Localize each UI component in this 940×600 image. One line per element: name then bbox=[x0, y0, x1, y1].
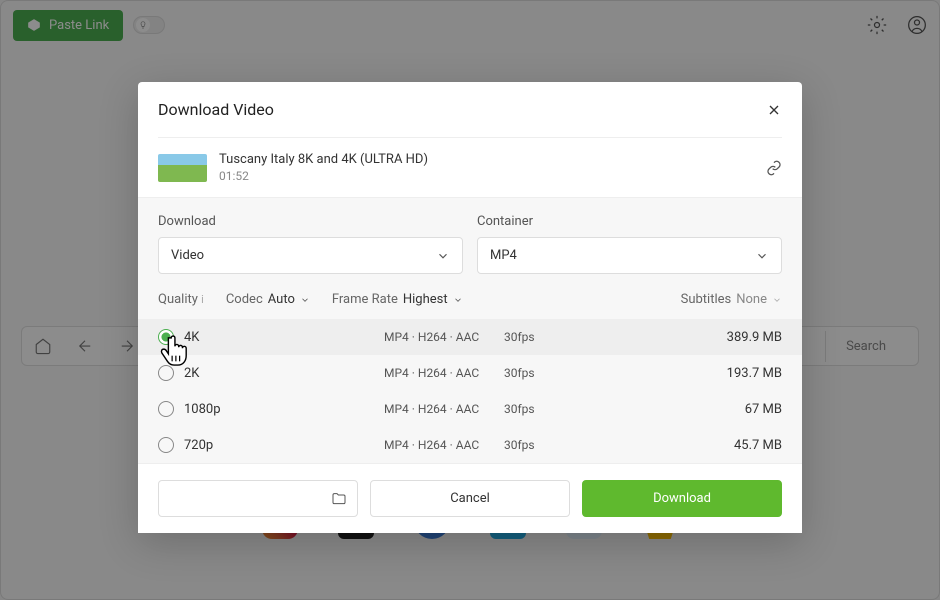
save-path-input[interactable] bbox=[158, 480, 358, 517]
quality-option-1080p[interactable]: 1080p MP4 · H264 · AAC 30fps 67 MB bbox=[138, 391, 802, 427]
radio-unchecked bbox=[158, 437, 174, 453]
subtitles-filter[interactable]: Subtitles None bbox=[681, 292, 782, 307]
download-button[interactable]: Download bbox=[582, 480, 782, 517]
framerate-filter[interactable]: Frame Rate Highest bbox=[332, 292, 463, 307]
download-modal: Download Video Tuscany Italy 8K and 4K (… bbox=[138, 82, 802, 533]
container-dropdown-group: Container MP4 bbox=[477, 214, 782, 274]
video-thumbnail bbox=[158, 154, 207, 182]
info-icon: i bbox=[201, 293, 204, 306]
video-title: Tuscany Italy 8K and 4K (ULTRA HD) bbox=[219, 152, 754, 167]
download-value: Video bbox=[171, 248, 204, 263]
cancel-button[interactable]: Cancel bbox=[370, 480, 570, 517]
video-info: Tuscany Italy 8K and 4K (ULTRA HD) 01:52 bbox=[138, 138, 802, 197]
container-dropdown[interactable]: MP4 bbox=[477, 237, 782, 274]
video-duration: 01:52 bbox=[219, 169, 754, 183]
chevron-down-icon bbox=[300, 295, 310, 305]
modal-title: Download Video bbox=[158, 100, 274, 119]
chevron-down-icon bbox=[453, 295, 463, 305]
download-dropdown[interactable]: Video bbox=[158, 237, 463, 274]
dropdown-row: Download Video Container MP4 bbox=[158, 214, 782, 274]
video-meta: Tuscany Italy 8K and 4K (ULTRA HD) 01:52 bbox=[219, 152, 754, 183]
quality-filter-label: Quality i bbox=[158, 292, 204, 307]
quality-option-2k[interactable]: 2K MP4 · H264 · AAC 30fps 193.7 MB bbox=[138, 355, 802, 391]
close-button[interactable] bbox=[766, 102, 782, 118]
link-icon[interactable] bbox=[766, 160, 782, 176]
download-dropdown-group: Download Video bbox=[158, 214, 463, 274]
radio-checked bbox=[158, 329, 174, 345]
quality-option-4k[interactable]: 4K MP4 · H264 · AAC 30fps 389.9 MB bbox=[138, 319, 802, 355]
filter-row: Quality i Codec Auto Frame Rate Highest … bbox=[158, 292, 782, 307]
modal-footer: Cancel Download bbox=[138, 463, 802, 533]
modal-header: Download Video bbox=[138, 82, 802, 137]
quality-list: 4K MP4 · H264 · AAC 30fps 389.9 MB 2K MP… bbox=[138, 319, 802, 463]
chevron-down-icon bbox=[436, 249, 450, 263]
download-label: Download bbox=[158, 214, 463, 229]
container-value: MP4 bbox=[490, 248, 517, 263]
radio-unchecked bbox=[158, 401, 174, 417]
radio-unchecked bbox=[158, 365, 174, 381]
chevron-down-icon bbox=[755, 249, 769, 263]
chevron-down-icon bbox=[772, 295, 782, 305]
close-icon bbox=[766, 102, 782, 118]
codec-filter[interactable]: Codec Auto bbox=[226, 292, 310, 307]
container-label: Container bbox=[477, 214, 782, 229]
folder-icon bbox=[331, 491, 347, 507]
modal-overlay: Download Video Tuscany Italy 8K and 4K (… bbox=[0, 0, 940, 600]
quality-option-720p[interactable]: 720p MP4 · H264 · AAC 30fps 45.7 MB bbox=[138, 427, 802, 463]
options-section: Download Video Container MP4 bbox=[138, 197, 802, 319]
